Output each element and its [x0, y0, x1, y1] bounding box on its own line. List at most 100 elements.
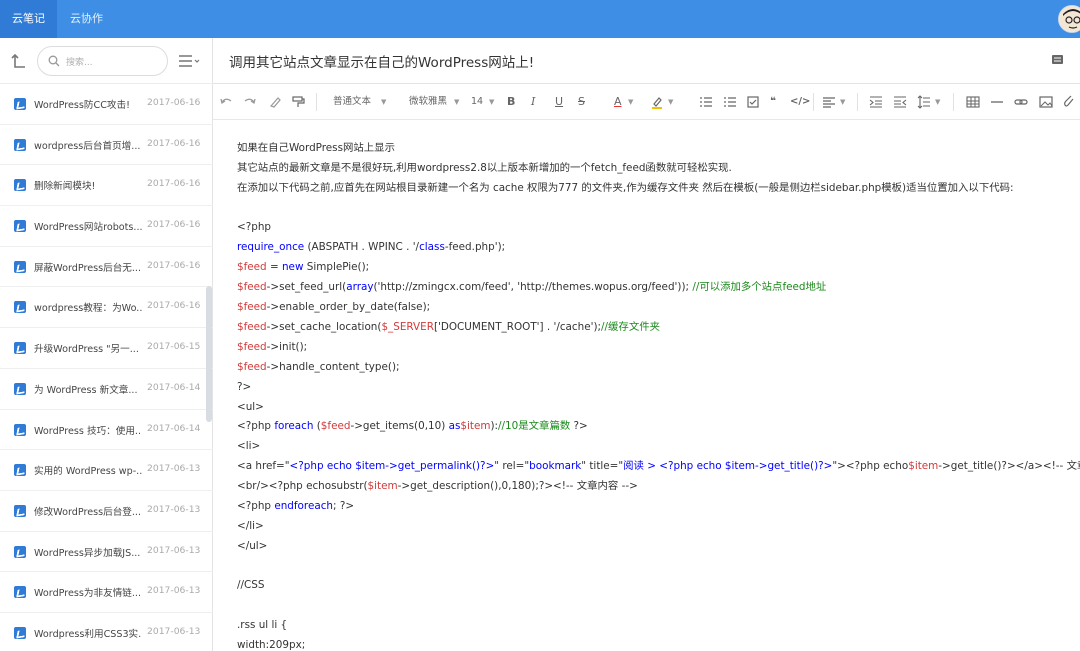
divider [813, 93, 814, 111]
code-line: <br/><?php echosubstr($item->get_descrip… [237, 480, 638, 492]
note-title: 升级WordPress "另一... [34, 344, 139, 356]
note-date: 2017-06-16 [147, 300, 201, 312]
underline-button[interactable]: U [555, 95, 563, 109]
back-icon[interactable] [10, 52, 28, 70]
note-date: 2017-06-16 [147, 97, 201, 108]
chevron-down-icon: ▼ [489, 98, 495, 106]
note-title: WordPress防CC攻击! [34, 100, 130, 111]
note-date: 2017-06-16 [147, 219, 201, 231]
note-icon [14, 179, 26, 192]
table-icon[interactable] [966, 95, 980, 109]
tab-cloud-notes[interactable]: 云笔记 [0, 0, 57, 38]
note-sidebar: 搜索... WordPress防CC攻击! 2017-06-16 wordpres… [0, 38, 213, 651]
font-family-select[interactable]: 微软雅黑 [409, 95, 447, 109]
code-line: $feed->set_feed_url(array('http://zmingc… [237, 281, 827, 293]
attachment-icon[interactable] [1063, 95, 1077, 109]
code-line: <?php [237, 221, 271, 233]
code-line: width:209px; [237, 639, 306, 651]
page-title[interactable]: 调用其它站点文章显示在自己的WordPress网站上! [229, 51, 534, 71]
clear-format-icon[interactable] [268, 95, 282, 109]
list-item[interactable]: 实用的 WordPress wp-... 2017-06-13 [0, 450, 213, 491]
list-item[interactable]: WordPress网站robots.... 2017-06-16 [0, 206, 213, 247]
note-title: 修改WordPress后台登... [34, 506, 142, 518]
code-line: <?php foreach ($feed->get_items(0,10) as… [237, 420, 588, 432]
note-info-icon[interactable] [1051, 53, 1064, 66]
bold-button[interactable]: B [507, 95, 515, 109]
editor-content[interactable]: 如果在自己WordPress网站上显示 其它站点的最新文章是不是很好玩,利用wo… [213, 121, 1080, 651]
code-line: </ul> [237, 540, 268, 552]
tab-cloud-collab[interactable]: 云协作 [58, 0, 115, 38]
list-item[interactable]: 修改WordPress后台登... 2017-06-13 [0, 491, 213, 532]
list-item[interactable]: wordpress教程：为Wo... 2017-06-16 [0, 287, 213, 329]
note-date: 2017-06-14 [147, 381, 201, 393]
redo-icon[interactable] [243, 95, 257, 109]
list-item[interactable]: 升级WordPress "另一... 2017-06-15 [0, 328, 213, 369]
image-icon[interactable] [1039, 95, 1053, 109]
code-line: <a href="<?php echo $item->get_permalink… [237, 460, 1080, 472]
note-icon [14, 382, 26, 395]
note-title: WordPress异步加载JS... [34, 547, 141, 559]
chevron-down-icon: ▼ [381, 98, 387, 106]
search-icon [48, 55, 60, 67]
list-menu-icon[interactable] [178, 53, 200, 69]
indent-icon[interactable] [869, 95, 883, 109]
note-title: wordpress后台首页增... [34, 140, 141, 152]
paragraph-style-select[interactable]: 普通文本 [333, 95, 371, 109]
align-icon[interactable] [822, 95, 836, 109]
list-item[interactable]: WordPress为非友情链... 2017-06-13 [0, 572, 213, 613]
note-icon [14, 301, 26, 314]
text-line: 其它站点的最新文章是不是很好玩,利用wordpress2.8以上版本新增加的一个… [237, 162, 732, 174]
line-height-icon[interactable] [917, 95, 931, 109]
list-item[interactable]: Wordpress利用CSS3实... 2017-06-13 [0, 613, 213, 651]
format-painter-icon[interactable] [291, 95, 305, 109]
note-icon [14, 98, 26, 110]
note-title: 实用的 WordPress wp-... [34, 466, 142, 478]
code-line: $feed = new SimplePie(); [237, 261, 370, 273]
quote-button[interactable]: ❝ [770, 95, 776, 109]
strikethrough-button[interactable]: S [578, 95, 585, 109]
code-line: <?php endforeach; ?> [237, 500, 355, 512]
bullet-list-icon[interactable] [699, 95, 713, 109]
code-line: $feed->handle_content_type(); [237, 361, 400, 373]
link-icon[interactable] [1014, 95, 1028, 109]
text-line: 在添加以下代码之前,应首先在网站根目录新建一个名为 cache 权限为777 的… [237, 182, 1014, 194]
avatar-face-icon [1059, 6, 1080, 32]
outdent-icon[interactable] [893, 95, 907, 109]
horizontal-rule-icon[interactable] [990, 95, 1004, 109]
font-size-select[interactable]: 14 [471, 95, 483, 109]
note-icon [14, 138, 26, 151]
divider [953, 93, 954, 111]
list-item[interactable]: 为 WordPress 新文章... 2017-06-14 [0, 369, 213, 410]
highlight-icon[interactable] [650, 95, 664, 109]
undo-icon[interactable] [219, 95, 233, 109]
sidebar-toolbar: 搜索... [0, 38, 213, 84]
code-line: $feed->init(); [237, 341, 308, 353]
note-date: 2017-06-13 [147, 625, 201, 637]
note-date: 2017-06-14 [147, 422, 201, 434]
search-input[interactable]: 搜索... [37, 46, 168, 76]
code-button[interactable]: </> [790, 95, 810, 109]
code-line: require_once (ABSPATH . WPINC . '/class-… [237, 241, 506, 253]
chevron-down-icon: ▼ [840, 98, 846, 106]
divider [316, 93, 317, 111]
code-line: </li> [237, 520, 264, 532]
note-title: 删除新闻模块! [34, 181, 96, 193]
list-item[interactable]: WordPress防CC攻击! 2017-06-16 [0, 84, 213, 125]
list-item[interactable]: wordpress后台首页增... 2017-06-16 [0, 125, 213, 166]
note-icon [14, 504, 26, 517]
checkbox-icon[interactable] [746, 95, 760, 109]
note-date: 2017-06-13 [147, 585, 201, 597]
avatar[interactable] [1058, 5, 1080, 33]
list-item[interactable]: WordPress 技巧：使用... 2017-06-14 [0, 410, 213, 451]
code-line: $feed->set_cache_location($_SERVER['DOCU… [237, 321, 660, 333]
code-line: .rss ul li { [237, 619, 288, 631]
list-item[interactable]: WordPress异步加载JS... 2017-06-13 [0, 532, 213, 573]
list-item[interactable]: 屏蔽WordPress后台无... 2017-06-16 [0, 247, 213, 288]
font-color-button[interactable]: A [614, 95, 622, 109]
top-bar: 云笔记 云协作 [0, 0, 1080, 38]
italic-button[interactable]: I [531, 95, 535, 109]
numbered-list-icon[interactable] [723, 95, 737, 109]
note-title: WordPress网站robots.... [34, 222, 142, 234]
sidebar-scrollbar[interactable] [206, 286, 212, 422]
list-item[interactable]: 删除新闻模块! 2017-06-16 [0, 165, 213, 207]
